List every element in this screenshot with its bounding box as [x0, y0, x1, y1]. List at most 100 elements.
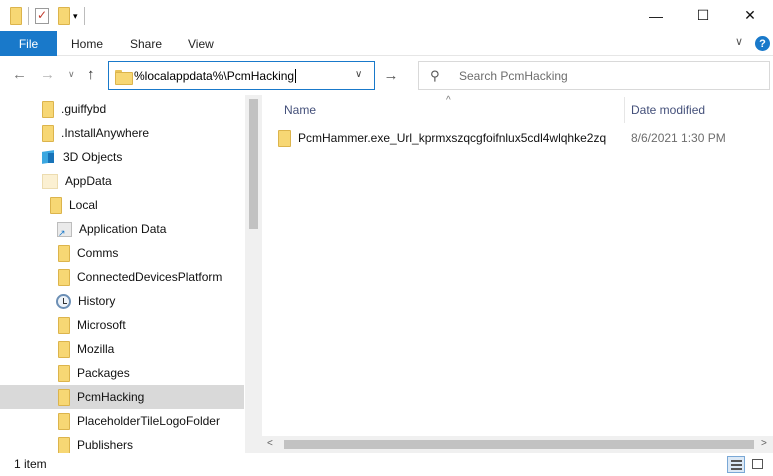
properties-icon[interactable]: [35, 8, 49, 24]
folder-icon: [58, 244, 70, 262]
item-count: 1 item: [14, 457, 47, 471]
tree-item-label: AppData: [65, 174, 112, 188]
tab-file[interactable]: File: [0, 31, 57, 56]
column-header-date-modified[interactable]: Date modified: [631, 103, 705, 117]
tree-item-label: Packages: [77, 366, 130, 380]
shortcut-folder-icon: [57, 221, 72, 239]
tree-item-microsoft[interactable]: Microsoft: [0, 313, 244, 337]
folder-icon: [58, 412, 70, 430]
tree-scrollbar-thumb[interactable]: [249, 99, 258, 229]
minimize-icon: —: [649, 7, 663, 24]
file-list: ^ Name Date modified PcmHammer.exe_Url_k…: [262, 95, 773, 453]
tree-item-installanywhere[interactable]: .InstallAnywhere: [0, 121, 244, 145]
maximize-button[interactable]: ☐: [680, 0, 726, 31]
tree-item-history[interactable]: History: [0, 289, 244, 313]
folder-icon: [10, 7, 22, 25]
address-text: %localappdata%\PcmHacking: [134, 69, 295, 83]
toolbar-divider: [83, 7, 85, 25]
tree-item-3d-objects[interactable]: 3D Objects: [0, 145, 244, 169]
search-icon: ⚲: [430, 68, 440, 83]
file-name: PcmHammer.exe_Url_kprmxszqcgfoifnlux5cdl…: [298, 131, 607, 145]
folder-icon: [115, 70, 133, 85]
tree-item-label: Mozilla: [77, 342, 115, 356]
tree-scrollbar[interactable]: [245, 95, 262, 453]
folder-icon: [58, 268, 70, 286]
tab-view[interactable]: View: [188, 31, 214, 56]
tree-item-label: ConnectedDevicesPlatform: [77, 270, 223, 284]
go-arrow-icon[interactable]: →: [376, 61, 406, 90]
history-icon: [56, 293, 71, 309]
large-icons-view-icon: [752, 459, 763, 469]
tree-item-label: Microsoft: [77, 318, 126, 332]
customize-toolbar-icon[interactable]: ▾: [73, 11, 78, 22]
details-view-icon: [731, 460, 742, 462]
recent-locations-icon[interactable]: ∨: [68, 69, 75, 80]
new-folder-icon[interactable]: [58, 7, 70, 25]
expand-ribbon-icon[interactable]: ∨: [735, 35, 743, 48]
search-box[interactable]: ⚲ Search PcmHacking: [418, 61, 770, 90]
column-divider[interactable]: [624, 97, 625, 123]
folder-icon: [58, 436, 70, 453]
help-icon[interactable]: ?: [755, 36, 770, 51]
minimize-button[interactable]: —: [633, 0, 679, 31]
chevron-down-icon[interactable]: ∨: [355, 69, 362, 80]
text-caret: [295, 69, 297, 83]
scroll-right-icon[interactable]: >: [761, 438, 767, 449]
tree-item-guiffybd[interactable]: .guiffybd: [0, 97, 244, 121]
tree-item-label: PlaceholderTileLogoFolder: [77, 414, 220, 428]
tree-item-label: Application Data: [79, 222, 167, 236]
sort-ascending-icon: ^: [446, 95, 451, 106]
horizontal-scrollbar[interactable]: < >: [262, 436, 773, 453]
details-view-icon-line: [731, 464, 742, 466]
navigation-bar: ← → ∨ ↑ %localappdata%\PcmHacking ∨ → ⚲ …: [0, 56, 773, 94]
tree-item-label: Local: [69, 198, 98, 212]
address-input[interactable]: %localappdata%\PcmHacking: [134, 69, 297, 83]
folder-icon: [58, 316, 70, 334]
tree-item-placeholdertilelogofolder[interactable]: PlaceholderTileLogoFolder: [0, 409, 244, 433]
file-row[interactable]: PcmHammer.exe_Url_kprmxszqcgfoifnlux5cdl…: [278, 125, 773, 151]
forward-arrow-icon[interactable]: →: [40, 66, 55, 83]
address-bar[interactable]: %localappdata%\PcmHacking ∨: [108, 61, 375, 90]
tab-home[interactable]: Home: [71, 31, 103, 56]
tree-item-local[interactable]: Local: [0, 193, 244, 217]
navigation-tree: .guiffybd .InstallAnywhere 3D Objects Ap…: [0, 95, 262, 453]
tree-item-publishers[interactable]: Publishers: [0, 433, 244, 453]
toolbar-divider: [28, 7, 29, 25]
folder-icon: [42, 100, 54, 118]
tab-share[interactable]: Share: [130, 31, 162, 56]
close-icon: ✕: [744, 7, 756, 23]
tree-item-label: .InstallAnywhere: [61, 126, 150, 140]
search-input[interactable]: Search PcmHacking: [459, 69, 568, 83]
tree-item-label: Comms: [77, 246, 119, 260]
folder-icon: [58, 340, 70, 358]
details-view-button[interactable]: [727, 456, 745, 473]
folder-icon: [58, 388, 70, 406]
folder-icon: [278, 129, 291, 147]
horizontal-scrollbar-thumb[interactable]: [284, 440, 754, 449]
back-arrow-icon[interactable]: ←: [12, 66, 27, 83]
quick-access-toolbar: ▾: [10, 7, 91, 25]
close-button[interactable]: ✕: [727, 0, 773, 31]
3d-objects-icon: [40, 150, 56, 165]
scroll-left-icon[interactable]: <: [267, 438, 273, 449]
tree-item-label: Publishers: [77, 438, 134, 452]
up-arrow-icon[interactable]: ↑: [87, 66, 95, 83]
tree-item-label: 3D Objects: [63, 150, 123, 164]
status-bar: 1 item: [0, 453, 773, 476]
maximize-icon: ☐: [696, 7, 710, 23]
tree-item-mozilla[interactable]: Mozilla: [0, 337, 244, 361]
tree-item-comms[interactable]: Comms: [0, 241, 244, 265]
tree-item-application-data[interactable]: Application Data: [0, 217, 244, 241]
tree-item-label: History: [78, 294, 116, 308]
folder-icon: [50, 196, 62, 214]
tree-item-connecteddevicesplatform[interactable]: ConnectedDevicesPlatform: [0, 265, 244, 289]
ribbon: File Home Share View ∨ ?: [0, 31, 773, 56]
details-view-icon-line: [731, 468, 742, 470]
tree-item-packages[interactable]: Packages: [0, 361, 244, 385]
tree-item-label: PcmHacking: [77, 390, 145, 404]
large-icons-view-button[interactable]: [749, 456, 767, 473]
tree-item-pcmhacking[interactable]: PcmHacking: [0, 385, 244, 409]
column-header-name[interactable]: Name: [284, 103, 316, 117]
tree-item-appdata[interactable]: AppData: [0, 169, 244, 193]
folder-icon: [42, 124, 54, 142]
